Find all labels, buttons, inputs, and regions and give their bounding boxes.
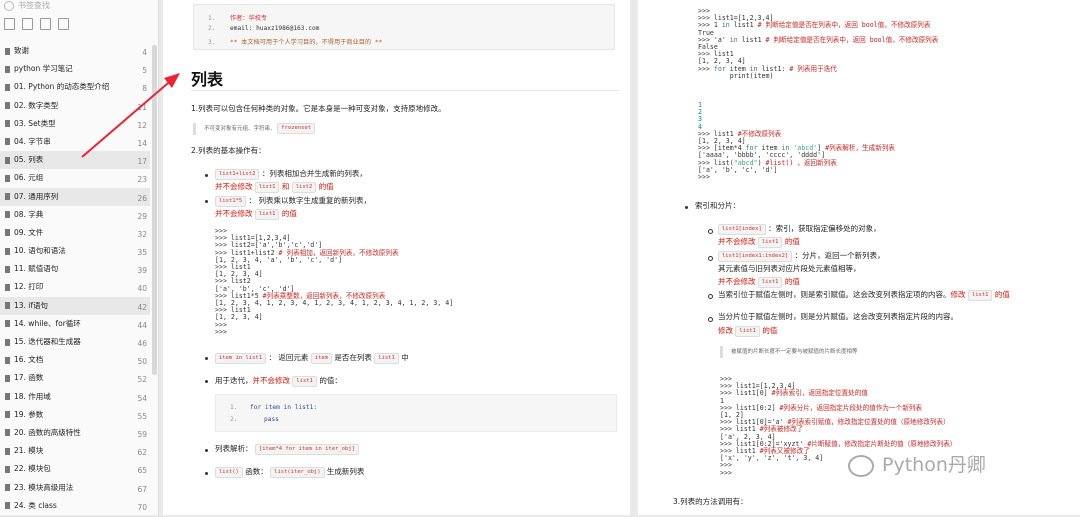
watermark-text: Python丹卿 (882, 454, 986, 476)
arrow-shaft (81, 77, 175, 158)
watermark: Python丹卿 (848, 450, 986, 477)
wechat-icon (848, 454, 874, 477)
red-arrow-annotation (81, 73, 180, 158)
